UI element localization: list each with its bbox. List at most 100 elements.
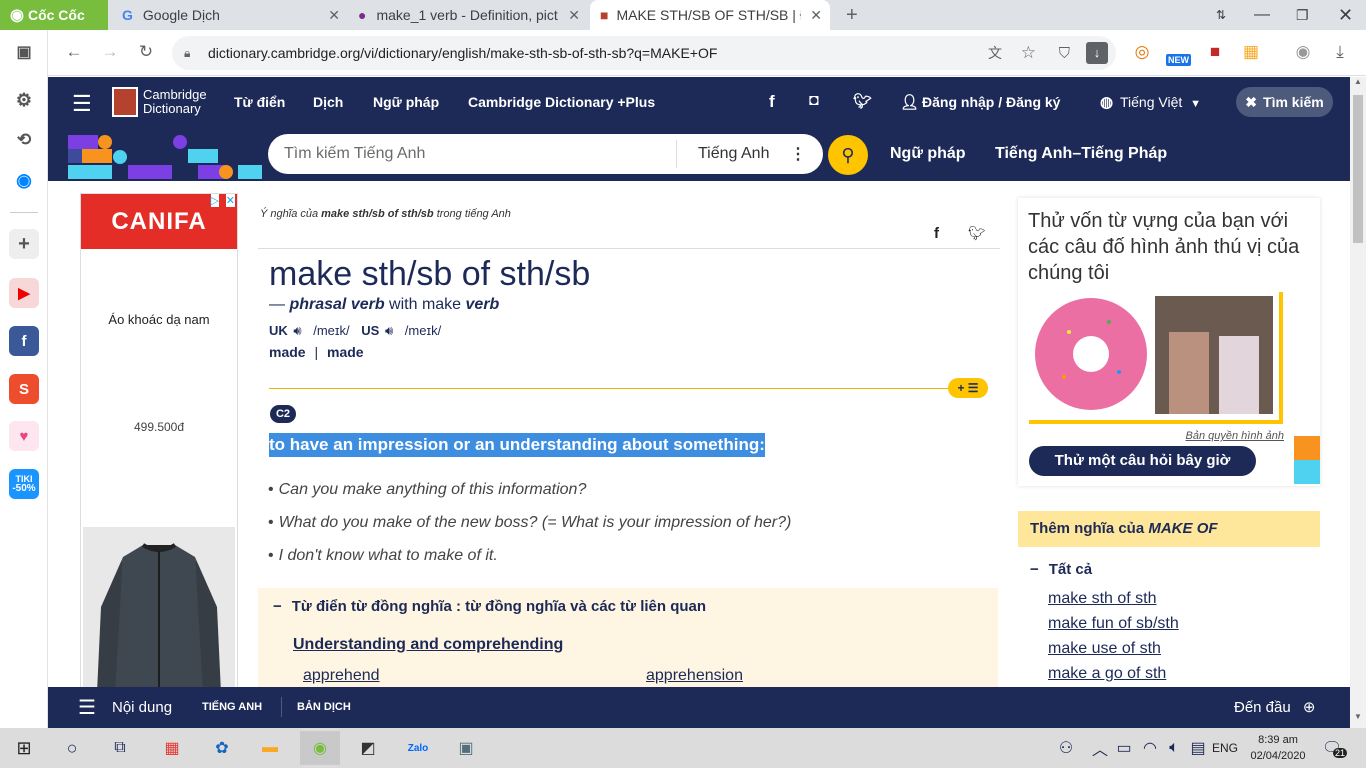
more-link[interactable]: make use of sth [1048, 640, 1320, 658]
coccoc-taskbar-icon[interactable]: ◉ [300, 731, 340, 765]
login-link[interactable]: Đăng nhập / Đăng ký [922, 94, 1060, 110]
nav-translate[interactable]: Dịch [313, 94, 343, 110]
app-icon-1[interactable]: ▦ [158, 734, 186, 762]
close-window-button[interactable]: ✕ [1328, 0, 1353, 30]
tab-cambridge[interactable]: ■ MAKE STH/SB OF STH/SB | Đị ✕ [590, 0, 830, 30]
uk-audio-icon[interactable]: 🔊︎ [293, 323, 301, 338]
translation-tab[interactable]: BẢN DỊCH [297, 701, 351, 713]
file-explorer-icon[interactable]: ▬ [256, 734, 284, 762]
quiz-button[interactable]: Thử một câu hỏi bây giờ [1029, 446, 1256, 476]
search-input[interactable]: Tìm kiếm Tiếng Anh Tiếng Anh ⋮ [268, 134, 823, 174]
facebook-icon[interactable]: f [9, 326, 39, 356]
search-language-select[interactable]: Tiếng Anh [698, 145, 769, 163]
maximize-button[interactable]: ❐ [1286, 0, 1309, 30]
zalo-icon[interactable]: Zalo [404, 734, 432, 762]
menu-icon[interactable]: ☰ [72, 91, 92, 117]
keyboard-icon[interactable]: ▤ [1184, 734, 1212, 762]
verb-forms: made | made [269, 344, 364, 360]
translate-page-icon[interactable]: 文 [988, 43, 1002, 63]
tab-search-icon[interactable]: ⇅ [1206, 0, 1226, 30]
app-icon-2[interactable]: ✿ [208, 734, 236, 762]
task-view-icon[interactable]: ⧉ [106, 734, 134, 762]
shield-icon[interactable]: ⛉ [1059, 45, 1070, 62]
scrollbar-thumb[interactable] [1353, 95, 1363, 243]
ad-close-icon[interactable]: ✕ [225, 194, 235, 207]
new-extension-icon[interactable]: NEW [1166, 54, 1191, 66]
link-grammar[interactable]: Ngữ pháp [890, 145, 966, 163]
chrome-extension-icon[interactable]: ◎ [1130, 42, 1154, 62]
share-facebook-icon[interactable]: f [934, 225, 939, 242]
forward-icon[interactable]: → [98, 42, 122, 62]
bookmark-star-icon[interactable]: ☆ [1021, 43, 1036, 63]
thesaurus-word-link[interactable]: apprehension [646, 667, 743, 685]
close-tab-icon[interactable]: ✕ [328, 7, 340, 24]
adchoices-icon[interactable]: ▷ [210, 194, 219, 207]
more-link[interactable]: make a go of sth [1048, 665, 1320, 683]
add-icon[interactable]: + [9, 229, 39, 259]
sticky-notes-icon[interactable]: ◩ [354, 734, 382, 762]
close-tab-icon[interactable]: ✕ [568, 7, 580, 24]
contents-menu-icon[interactable]: ☰ [78, 695, 96, 720]
more-link[interactable]: make fun of sb/sth [1048, 615, 1320, 633]
settings-icon[interactable]: ⚙ [9, 85, 39, 115]
instagram-icon[interactable]: ◘ [809, 92, 819, 110]
nav-plus[interactable]: Cambridge Dictionary +Plus [468, 94, 655, 110]
red-extension-icon[interactable]: ■ [1203, 42, 1227, 62]
people-icon[interactable]: ⚇ [1052, 734, 1080, 762]
reload-icon[interactable]: ↻ [134, 42, 158, 62]
contents-button[interactable]: Nội dung [112, 699, 172, 716]
battery-icon[interactable]: ▭ [1110, 734, 1138, 762]
scroll-up-icon[interactable]: ▲ [1350, 77, 1366, 93]
thesaurus-header[interactable]: − Từ điển từ đồng nghĩa : từ đồng nghĩa v… [273, 598, 706, 615]
input-language[interactable]: ENG [1212, 741, 1238, 755]
cortana-icon[interactable]: ○ [58, 734, 86, 762]
more-link[interactable]: make sth of sth [1048, 590, 1320, 608]
nav-grammar[interactable]: Ngữ pháp [373, 94, 439, 110]
cambridge-logo[interactable]: Cambridge Dictionary [112, 87, 207, 117]
thesaurus-heading-link[interactable]: Understanding and comprehending [293, 636, 563, 654]
windows-start-icon[interactable]: ⊞ [10, 734, 38, 762]
search-toggle-button[interactable]: ✖ Tìm kiếm [1236, 87, 1333, 117]
add-to-wordlist-button[interactable]: + ☰ [948, 378, 988, 398]
back-to-top-link[interactable]: Đến đầu ⊕ [1234, 698, 1315, 716]
shopee-icon[interactable]: S [9, 374, 39, 404]
close-tab-icon[interactable]: ✕ [810, 7, 822, 24]
scroll-down-icon[interactable]: ▼ [1350, 712, 1366, 728]
language-select[interactable]: Tiếng Việt ▼ [1120, 94, 1201, 110]
more-all-toggle[interactable]: − Tất cả [1018, 561, 1320, 578]
messenger-icon[interactable]: ◉ [9, 165, 39, 195]
profile-avatar[interactable]: ◉ [1291, 42, 1315, 62]
tab-google-translate[interactable]: G Google Dịch ✕ [112, 0, 348, 30]
minimize-button[interactable]: — [1244, 0, 1270, 30]
clock[interactable]: 8:39 am 02/04/2020 [1250, 732, 1306, 764]
more-options-icon[interactable]: ⋮ [790, 144, 806, 164]
tab-oxford[interactable]: ● make_1 verb - Definition, pict ✕ [348, 0, 588, 30]
thesaurus-word-link[interactable]: apprehend [303, 667, 380, 685]
nav-dictionary[interactable]: Từ điển [234, 94, 285, 110]
share-twitter-icon[interactable]: 🐦︎ [968, 225, 986, 242]
advertisement[interactable]: CANIFA ▷ ✕ Áo khoác dạ nam 499.500đ [80, 193, 238, 693]
new-tab-button[interactable]: + [836, 0, 858, 30]
twitter-icon[interactable]: 🐦︎ [853, 92, 872, 110]
downloads-icon[interactable]: ⤓ [1328, 42, 1352, 62]
back-icon[interactable]: ← [62, 42, 86, 62]
image-credit[interactable]: Bản quyền hình ảnh [1186, 430, 1284, 442]
heart-app-icon[interactable]: ♥ [9, 421, 39, 451]
search-button[interactable]: ⚲ [828, 135, 868, 175]
colorful-extension-icon[interactable]: ▦ [1239, 42, 1263, 62]
address-bar[interactable]: 🔒︎ dictionary.cambridge.org/vi/dictionar… [172, 36, 1116, 70]
link-english-french[interactable]: Tiếng Anh–Tiếng Pháp [995, 145, 1167, 163]
coccoc-logo-tab[interactable]: ◉ Cốc Cốc [0, 0, 108, 30]
facebook-share-icon[interactable]: f [769, 92, 775, 112]
quiz-image[interactable] [1029, 292, 1283, 424]
history-icon[interactable]: ⟲ [9, 125, 39, 155]
us-audio-icon[interactable]: 🔊︎ [385, 323, 393, 338]
youtube-icon[interactable]: ▶ [9, 278, 39, 308]
tiki-icon[interactable]: TIKI -50% [9, 469, 39, 499]
app-icon-3[interactable]: ▣ [452, 734, 480, 762]
cambridge-crest-icon [112, 87, 138, 117]
page-scrollbar[interactable]: ▲ ▼ [1350, 77, 1366, 728]
sidebar-toggle-icon[interactable]: ▣ [9, 37, 39, 67]
english-tab[interactable]: TIẾNG ANH [202, 701, 262, 713]
download-icon[interactable]: ↓ [1086, 42, 1108, 64]
